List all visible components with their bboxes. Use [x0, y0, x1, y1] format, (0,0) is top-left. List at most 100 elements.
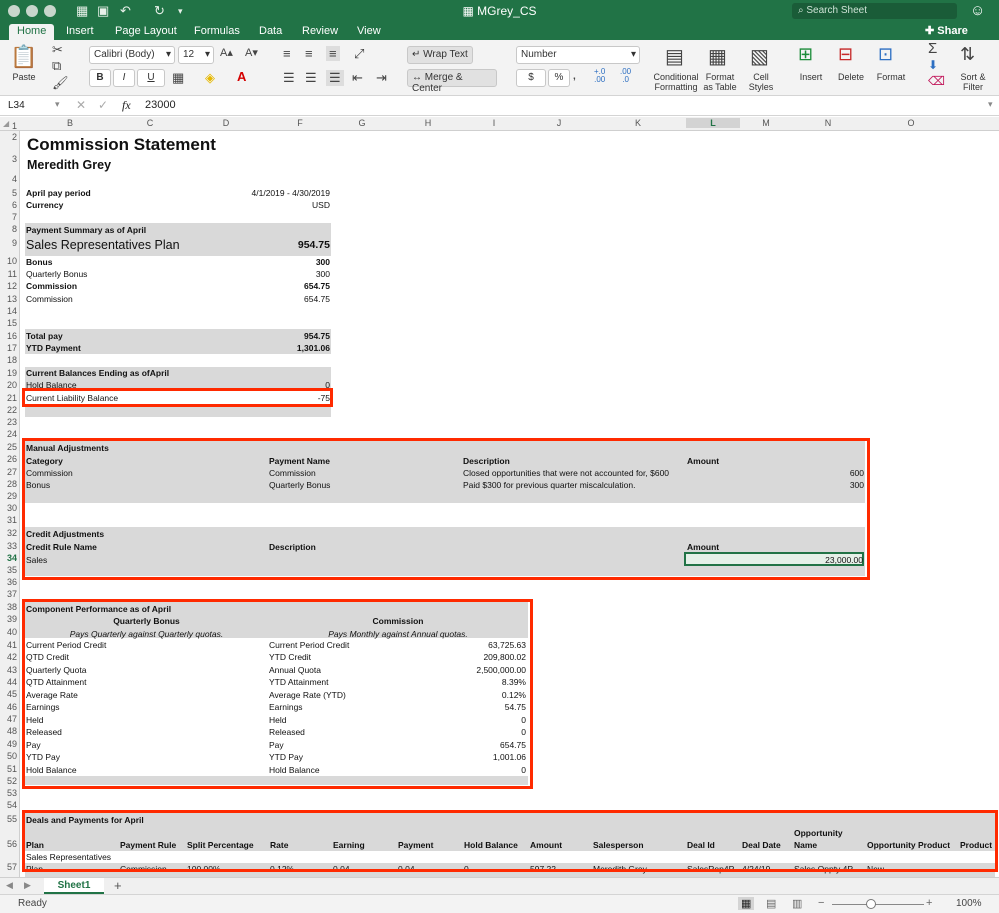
confirm-entry-icon[interactable]: ✓: [98, 98, 108, 112]
row-header[interactable]: 38: [0, 602, 17, 612]
row-header[interactable]: 57: [0, 862, 17, 872]
row-header[interactable]: 45: [0, 689, 17, 699]
name-box[interactable]: L34: [8, 100, 25, 111]
sort-filter-label[interactable]: Sort & Filter: [955, 72, 991, 92]
underline-button[interactable]: U: [137, 69, 165, 87]
clear-icon[interactable]: ⌫: [928, 74, 945, 88]
tab-review[interactable]: Review: [294, 24, 346, 40]
bold-button[interactable]: B: [89, 69, 111, 87]
page-layout-view-icon[interactable]: ▤: [766, 897, 776, 910]
formula-input[interactable]: 23000: [145, 99, 176, 111]
name-box-dropdown-icon[interactable]: ▾: [55, 99, 60, 110]
column-header[interactable]: M: [756, 118, 776, 128]
row-header[interactable]: 7: [0, 212, 17, 222]
align-top-icon[interactable]: ≡: [283, 46, 291, 61]
orientation-icon[interactable]: ⤢: [354, 46, 364, 62]
sheet-tab-sheet1[interactable]: Sheet1: [44, 878, 104, 894]
tab-home[interactable]: Home: [9, 24, 55, 40]
tab-insert[interactable]: Insert: [58, 24, 102, 40]
column-header[interactable]: B: [60, 118, 80, 128]
row-header[interactable]: 8: [0, 224, 17, 234]
row-header[interactable]: 56: [0, 839, 17, 849]
currency-button[interactable]: $: [516, 69, 546, 87]
format-as-table-label[interactable]: Format as Table: [700, 72, 740, 92]
tab-page-layout[interactable]: Page Layout: [107, 24, 185, 40]
decrease-font-icon[interactable]: A▾: [245, 46, 258, 59]
worksheet-grid[interactable]: Commission Statement Meredith Grey April…: [20, 131, 999, 877]
number-format-select[interactable]: Number ▾: [516, 46, 640, 64]
merge-center-button[interactable]: ↔ Merge & Center: [407, 69, 497, 94]
cut-icon[interactable]: ✂: [52, 42, 63, 58]
row-header[interactable]: 4: [0, 174, 17, 184]
cell-styles-icon[interactable]: ▧: [750, 44, 769, 69]
row-header[interactable]: 24: [0, 429, 17, 439]
row-header[interactable]: 36: [0, 577, 17, 587]
row-header[interactable]: 40: [0, 627, 17, 637]
row-header[interactable]: 12: [0, 281, 17, 291]
row-header[interactable]: 10: [0, 256, 17, 266]
row-header[interactable]: 16: [0, 331, 17, 341]
font-name-select[interactable]: Calibri (Body) ▾: [89, 46, 175, 64]
conditional-formatting-label[interactable]: Conditional Formatting: [650, 72, 702, 92]
autosum-icon[interactable]: Σ: [928, 40, 937, 57]
insert-cells-label[interactable]: Insert: [795, 72, 827, 82]
row-header[interactable]: 14: [0, 306, 17, 316]
tab-formulas[interactable]: Formulas: [186, 24, 248, 40]
row-header[interactable]: 6: [0, 200, 17, 210]
decrease-indent-icon[interactable]: ⇤: [352, 70, 363, 86]
feedback-smiley-icon[interactable]: ☺: [970, 2, 985, 19]
row-header[interactable]: 23: [0, 417, 17, 427]
row-header[interactable]: 53: [0, 788, 17, 798]
fill-icon[interactable]: ⬇: [928, 58, 938, 72]
column-header[interactable]: H: [418, 118, 438, 128]
row-header[interactable]: 25: [0, 442, 17, 452]
row-header[interactable]: 20: [0, 380, 17, 390]
row-header[interactable]: 1: [0, 121, 17, 131]
column-header-selected[interactable]: L: [686, 118, 740, 128]
row-header[interactable]: 2: [0, 132, 17, 142]
expand-formula-bar-icon[interactable]: ▾: [988, 99, 993, 110]
paste-icon[interactable]: 📋: [10, 44, 37, 70]
row-header[interactable]: 37: [0, 589, 17, 599]
row-header[interactable]: 44: [0, 677, 17, 687]
tab-data[interactable]: Data: [251, 24, 290, 40]
row-header[interactable]: 39: [0, 614, 17, 624]
page-break-view-icon[interactable]: ▥: [792, 897, 802, 910]
delete-cells-icon[interactable]: ⊟: [838, 44, 853, 65]
row-header[interactable]: 42: [0, 652, 17, 662]
row-header[interactable]: 47: [0, 714, 17, 724]
sort-filter-icon[interactable]: ⇅: [960, 44, 975, 65]
wrap-text-button[interactable]: ↵ Wrap Text: [407, 46, 473, 64]
row-header[interactable]: 18: [0, 355, 17, 365]
row-header[interactable]: 5: [0, 188, 17, 198]
share-button[interactable]: ✚ Share: [925, 24, 968, 37]
italic-button[interactable]: I: [113, 69, 135, 87]
row-header[interactable]: 15: [0, 318, 17, 328]
row-header[interactable]: 29: [0, 491, 17, 501]
row-header[interactable]: 30: [0, 503, 17, 513]
row-header[interactable]: 33: [0, 541, 17, 551]
align-left-icon[interactable]: ☰: [283, 70, 295, 86]
column-header[interactable]: K: [628, 118, 648, 128]
cancel-entry-icon[interactable]: ✕: [76, 98, 86, 112]
row-header[interactable]: 9: [0, 238, 17, 248]
zoom-slider-handle[interactable]: [866, 899, 876, 909]
row-header[interactable]: 13: [0, 294, 17, 304]
row-header[interactable]: 19: [0, 368, 17, 378]
row-header[interactable]: 48: [0, 726, 17, 736]
row-header[interactable]: 26: [0, 454, 17, 464]
row-header[interactable]: 55: [0, 814, 17, 824]
row-header[interactable]: 52: [0, 776, 17, 786]
delete-cells-label[interactable]: Delete: [834, 72, 868, 82]
increase-decimal-icon[interactable]: +.0.00: [594, 68, 605, 84]
percent-button[interactable]: %: [548, 69, 570, 87]
add-sheet-button[interactable]: +: [114, 878, 122, 893]
row-header[interactable]: 3: [0, 154, 17, 164]
increase-indent-icon[interactable]: ⇥: [376, 70, 387, 86]
zoom-slider[interactable]: [832, 904, 924, 905]
row-header[interactable]: 31: [0, 515, 17, 525]
font-size-select[interactable]: 12 ▾: [178, 46, 214, 64]
column-header[interactable]: I: [484, 118, 504, 128]
tab-view[interactable]: View: [349, 24, 389, 40]
zoom-out-icon[interactable]: −: [818, 897, 824, 909]
